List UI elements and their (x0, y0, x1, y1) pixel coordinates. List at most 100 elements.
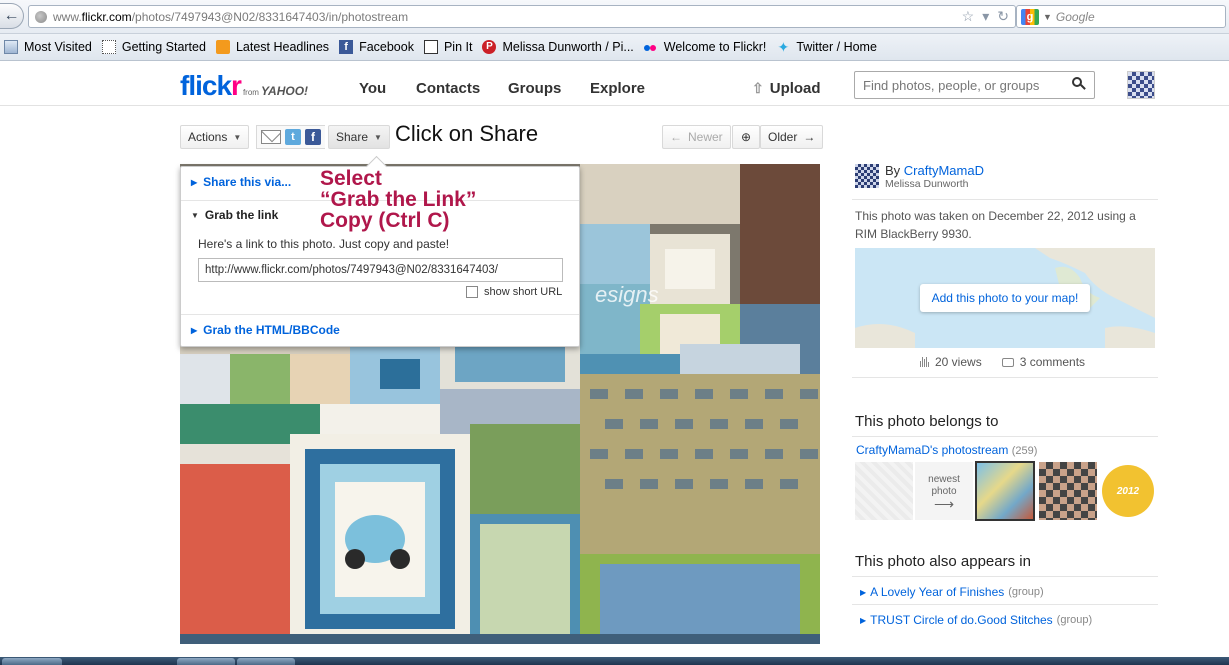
comment-icon (1001, 357, 1014, 367)
divider (852, 436, 1158, 437)
bookmark-latest-headlines[interactable]: Latest Headlines (212, 36, 335, 58)
divider (852, 576, 1158, 577)
nav-explore[interactable]: Explore (590, 80, 645, 97)
grab-html-option[interactable]: ▶ Grab the HTML/BBCode (181, 323, 579, 337)
owner-avatar[interactable] (855, 164, 879, 188)
globe-icon (35, 10, 47, 23)
start-button[interactable] (2, 658, 62, 665)
chevron-down-icon[interactable]: ▼ (1043, 12, 1052, 22)
zoom-icon: ⊕ (740, 130, 752, 144)
search-icon[interactable] (1072, 77, 1086, 91)
older-button[interactable]: Older → (760, 125, 824, 149)
current-photo-thumbnail[interactable] (975, 461, 1035, 521)
photo-link-field[interactable] (198, 258, 563, 282)
right-arrow-icon: → (803, 130, 816, 144)
google-icon[interactable]: g (1021, 8, 1039, 25)
divider (852, 377, 1158, 378)
pin-icon (423, 40, 438, 54)
browser-toolbar: ← www.flickr.com/photos/7497943@N02/8331… (0, 0, 1229, 34)
group-item[interactable]: ▶ A Lovely Year of Finishes (group) (860, 585, 1044, 599)
browser-search-field[interactable]: g ▼ Google (1016, 5, 1226, 28)
owner-link[interactable]: CraftyMamaD (904, 163, 984, 178)
right-arrow-icon: ⟶ (933, 496, 955, 512)
bookmark-pinterest[interactable]: P Melissa Dunworth / Pi... (478, 36, 639, 58)
views-icon (920, 357, 929, 367)
newest-photo-marker: newest photo ⟶ (915, 462, 973, 520)
photo-watermark: esigns (595, 282, 659, 307)
avatar[interactable] (1127, 71, 1155, 99)
mail-icon[interactable] (261, 130, 281, 144)
thumbnail-placeholder (855, 462, 913, 520)
views-count: 20 views (935, 355, 982, 369)
badge-image: 2012 (1102, 465, 1154, 517)
bookmarks-bar: Most Visited Getting Started Latest Head… (0, 34, 1229, 61)
twitter-icon: ✦ (777, 39, 790, 55)
nav-you[interactable]: You (359, 80, 386, 97)
taskbar-item[interactable] (177, 658, 235, 665)
url-text: www.flickr.com/photos/7497943@N02/833164… (53, 9, 409, 24)
upload-arrow-icon: ⇧ (752, 80, 764, 96)
chevron-down-icon: ▼ (233, 132, 242, 142)
url-field[interactable]: www.flickr.com/photos/7497943@N02/833164… (28, 5, 1016, 28)
rss-icon (215, 40, 230, 54)
actions-button[interactable]: Actions ▼ (180, 125, 250, 149)
taskbar-item[interactable] (237, 658, 295, 665)
owner-byline: By CraftyMamaD (885, 163, 984, 178)
bookmark-flickr[interactable]: Welcome to Flickr! (640, 36, 773, 58)
dropdown-icon[interactable]: ▾ (982, 8, 989, 25)
search-engine-placeholder: Google (1055, 9, 1095, 24)
site-header: flick r from YAHOO! You Contacts Groups Ex… (0, 62, 1229, 106)
zoom-button[interactable]: ⊕ (732, 125, 760, 149)
page-icon (101, 40, 116, 54)
also-appears-title: This photo also appears in (855, 553, 1031, 570)
search-input[interactable] (863, 77, 1063, 93)
bookmarks-bar-icon (4, 40, 18, 54)
bookmark-facebook[interactable]: f Facebook (335, 36, 420, 58)
triangle-right-icon: ▶ (860, 587, 867, 597)
photo-stats: 20 views 3 comments (920, 355, 1085, 369)
owner-real-name: Melissa Dunworth (885, 178, 969, 190)
star-icon[interactable]: ☆ (962, 8, 975, 25)
short-url-toggle[interactable]: show short URL (466, 286, 562, 298)
annotation-click-share: Click on Share (395, 121, 539, 146)
next-photo-thumbnail-badge[interactable]: 2012 (1099, 462, 1157, 520)
triangle-right-icon: ▶ (860, 615, 867, 625)
divider (852, 199, 1158, 200)
newer-button[interactable]: ← Newer (662, 125, 731, 149)
bookmark-most-visited[interactable]: Most Visited (0, 36, 98, 58)
divider (852, 604, 1158, 605)
triangle-right-icon: ▶ (191, 325, 198, 335)
site-search-box[interactable] (854, 71, 1095, 99)
bookmark-pin-it[interactable]: Pin It (420, 36, 479, 58)
bookmark-getting-started[interactable]: Getting Started (98, 36, 212, 58)
chevron-down-icon: ▼ (374, 132, 382, 142)
share-button[interactable]: Share ▼ (328, 125, 390, 149)
facebook-icon: f (339, 40, 354, 54)
back-button[interactable]: ← (0, 3, 24, 29)
photo-toolbar: Actions ▼ t f Share ▼ Click on Share ← Newe… (180, 121, 824, 150)
reload-icon[interactable]: ↻ (997, 8, 1009, 25)
group-item[interactable]: ▶ TRUST Circle of do.Good Stitches (group) (860, 613, 1092, 627)
flickr-logo[interactable]: flick r from YAHOO! (180, 70, 308, 102)
grab-link-help: Here's a link to this photo. Just copy a… (198, 237, 450, 251)
divider (181, 314, 579, 315)
pinterest-icon: P (482, 40, 497, 54)
photo-taken-info: This photo was taken on December 22, 201… (855, 209, 1136, 241)
nav-groups[interactable]: Groups (508, 80, 561, 97)
bookmark-twitter[interactable]: ✦ Twitter / Home (772, 36, 883, 58)
annotation-grab-link: Select “Grab the Link” Copy (Ctrl C) (320, 167, 477, 232)
comments-count[interactable]: 3 comments (1020, 355, 1085, 369)
photostream-link[interactable]: CraftyMamaD's photostream (259) (856, 443, 1037, 457)
belongs-to-title: This photo belongs to (855, 413, 999, 430)
facebook-icon[interactable]: f (305, 129, 321, 145)
share-icons: t f (256, 125, 325, 149)
twitter-icon[interactable]: t (285, 129, 301, 145)
upload-link[interactable]: ⇧ Upload (752, 80, 821, 97)
triangle-down-icon: ▼ (191, 210, 199, 220)
add-to-map-button[interactable]: Add this photo to your map! (920, 284, 1090, 312)
next-photo-thumbnail[interactable] (1039, 462, 1097, 520)
nav-contacts[interactable]: Contacts (416, 80, 480, 97)
back-arrow-icon: ← (3, 7, 20, 24)
left-arrow-icon: ← (670, 130, 682, 144)
short-url-checkbox[interactable] (466, 286, 478, 298)
